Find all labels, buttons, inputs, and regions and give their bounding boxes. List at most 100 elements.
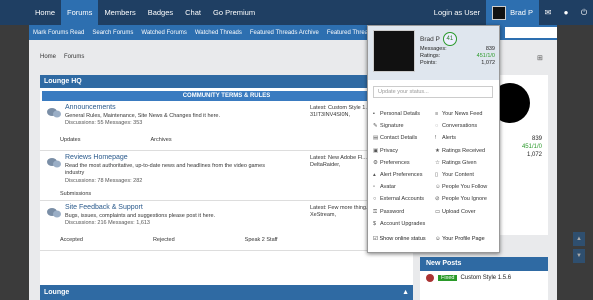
nav-go-premium[interactable]: Go Premium (207, 0, 261, 25)
account-upgrades-link[interactable]: $ Account Upgrades (373, 218, 435, 230)
external-accounts-link[interactable]: ○ External Accounts (373, 193, 435, 205)
rules-link[interactable]: COMMUNITY TERMS & RULES (42, 91, 411, 101)
points-count: 1,072 (526, 152, 542, 158)
news-feed-link[interactable]: ≡ Your News Feed (435, 108, 497, 120)
contact-icon: ▤ (373, 135, 379, 142)
avatar-link[interactable]: ▫ Avatar (373, 181, 435, 193)
nav-forums[interactable]: Forums (61, 0, 99, 25)
gear-icon: ⚙ (373, 159, 378, 166)
popup-footer: ☑ Show online status ☺ Your Profile Page (373, 236, 497, 242)
category-header[interactable]: Lounge ▲ (40, 285, 413, 300)
user-stats: 839 451/1/0 1,072 (522, 135, 542, 159)
contact-details-link[interactable]: ▤ Contact Details (373, 132, 435, 144)
privacy-link[interactable]: ▣ Privacy (373, 145, 435, 157)
personal-details-link[interactable]: ▪ Personal Details (373, 108, 435, 120)
ratings-count: 451/1/0 (521, 144, 542, 150)
activity-links: ≡ Your News Feed ◌ Conversations ! Alerts ★… (435, 108, 497, 230)
watched-forums-link[interactable]: Watched Forums (137, 30, 190, 36)
nav-chat[interactable]: Chat (179, 0, 207, 25)
link-label: People You Follow (442, 184, 488, 191)
scroll-down-button[interactable]: ▼ (573, 249, 585, 263)
nav-badges[interactable]: Badges (142, 0, 179, 25)
forum-stats: Discussions: 216 Messages: 1,613 (65, 220, 150, 226)
checkbox[interactable]: ☑ (373, 236, 378, 242)
mark-forums-read-link[interactable]: Mark Forums Read (29, 30, 88, 36)
conversations-link[interactable]: ◌ Conversations (435, 120, 497, 132)
link-label: Conversations (442, 123, 478, 130)
subforum-link[interactable]: Rejected (153, 237, 175, 243)
document-icon: ▯ (435, 172, 439, 179)
stat-label: Points: (420, 60, 437, 66)
chat-bubbles-icon (47, 158, 61, 168)
feed-icon: ≡ (435, 111, 439, 117)
subforum-link[interactable]: Accepted (60, 237, 83, 243)
forum-title[interactable]: Reviews Homepage (65, 154, 128, 161)
user-menu-button[interactable]: Brad P (486, 0, 539, 25)
popup-username: Brad P 41 (420, 32, 457, 46)
link-label: Your Content (442, 172, 474, 179)
breadcrumb-forums[interactable]: Forums (64, 54, 84, 60)
power-icon[interactable]: ⏻ (575, 8, 593, 18)
bell-icon: ▴ (373, 172, 376, 179)
featured-threads-archive-link[interactable]: Featured Threads Archive (246, 30, 323, 36)
search-forums-link[interactable]: Search Forums (88, 30, 137, 36)
search-input[interactable] (505, 27, 557, 38)
mail-icon[interactable]: ✉ (539, 8, 557, 17)
status-input[interactable]: Update your status... (373, 86, 493, 98)
sitemap-icon[interactable]: ⊞ (537, 54, 543, 62)
forum-title[interactable]: Site Feedback & Support (65, 204, 143, 211)
watched-threads-link[interactable]: Watched Threads (191, 30, 246, 36)
username: Brad P (510, 8, 533, 17)
subforum-link[interactable]: Submissions (60, 191, 91, 197)
scroll-controls: ▲ ▼ (573, 232, 585, 266)
people-you-ignore-link[interactable]: ⊘ People You Ignore (435, 193, 497, 205)
stat-label: Messages: (420, 46, 447, 52)
nav-home[interactable]: Home (29, 0, 61, 25)
forum-list: Lounge HQ ▲ COMMUNITY TERMS & RULES Anno… (40, 75, 413, 300)
username[interactable]: Brad P (420, 36, 440, 43)
user-area: Login as User Brad P ✉ ● ⏻ (428, 0, 593, 25)
upload-cover-link[interactable]: ▭ Upload Cover (435, 206, 497, 218)
link-label: Ratings Received (442, 147, 486, 154)
login-as-user-link[interactable]: Login as User (428, 8, 486, 17)
breadcrumb-home[interactable]: Home (40, 54, 56, 60)
stat-value: 839 (485, 46, 495, 52)
popup-stats: Messages: 839 Ratings: 451/1/0 Points: 1,07… (420, 46, 495, 67)
link-label: Ratings Given (442, 159, 477, 166)
subforums: Accepted Rejected Speak 2 Staff (60, 237, 348, 243)
subforum-link[interactable]: Updates (60, 137, 81, 143)
nav-members[interactable]: Members (98, 0, 141, 25)
list-item[interactable]: Fixed Custom Style 1.5.6 (420, 274, 548, 282)
forum-title[interactable]: Announcements (65, 104, 116, 111)
chat-bubbles-icon (47, 208, 61, 218)
link-label: Password (380, 208, 405, 215)
new-posts-title: New Posts (420, 257, 548, 271)
password-link[interactable]: ⚿ Password (373, 206, 435, 218)
collapse-icon[interactable]: ▲ (402, 285, 409, 300)
link-label: External Accounts (380, 196, 425, 203)
category-title: Lounge (44, 289, 70, 296)
alert-icon: ! (435, 135, 437, 142)
link-label: Your News Feed (442, 111, 483, 117)
subforum-link[interactable]: Speak 2 Staff (245, 237, 278, 243)
stat-row: Messages: 839 (420, 46, 495, 53)
link-label: Your Profile Page (442, 236, 485, 242)
show-online-status-toggle[interactable]: ☑ Show online status (373, 236, 435, 242)
scroll-up-button[interactable]: ▲ (573, 232, 585, 246)
thread-title[interactable]: Custom Style 1.5.6 (460, 275, 511, 281)
preferences-link[interactable]: ⚙ Preferences (373, 157, 435, 169)
avatar[interactable] (373, 30, 415, 72)
your-content-link[interactable]: ▯ Your Content (435, 169, 497, 181)
ratings-received-link[interactable]: ★ Ratings Received (435, 145, 497, 157)
alert-preferences-link[interactable]: ▴ Alert Preferences (373, 169, 435, 181)
ratings-given-link[interactable]: ☆ Ratings Given (435, 157, 497, 169)
category-header[interactable]: Lounge HQ ▲ (40, 75, 413, 88)
signature-link[interactable]: ✎ Signature (373, 120, 435, 132)
link-label: Avatar (380, 184, 396, 191)
stat-value: 1,072 (481, 60, 495, 66)
location-icon[interactable]: ● (557, 8, 575, 17)
alerts-link[interactable]: ! Alerts (435, 132, 497, 144)
people-you-follow-link[interactable]: ☺People You Follow (435, 181, 497, 193)
profile-page-link[interactable]: ☺ Your Profile Page (435, 236, 497, 242)
subforum-link[interactable]: Archives (151, 137, 172, 143)
